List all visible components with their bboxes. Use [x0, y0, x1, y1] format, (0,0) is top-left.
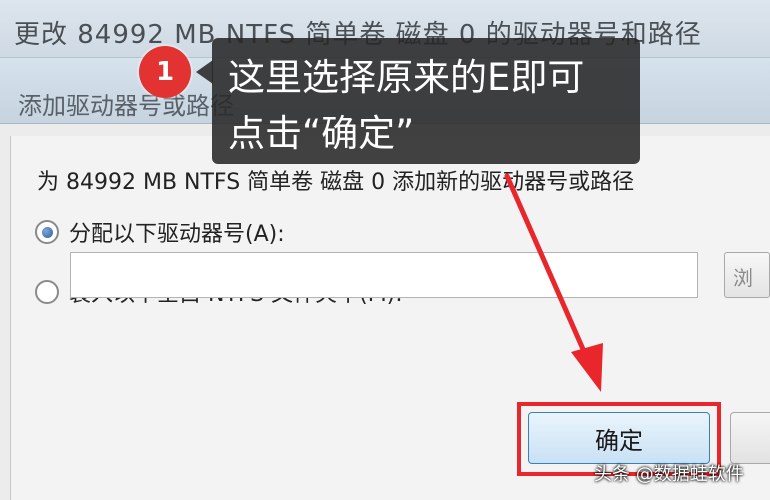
callout-line-1: 这里选择原来的E即可: [228, 56, 585, 99]
callout-pointer: [196, 60, 213, 84]
step-number-badge: 1: [139, 46, 191, 98]
instruction-callout: 这里选择原来的E即可 点击“确定”: [212, 38, 640, 164]
arrow-head: [571, 343, 603, 392]
watermark: 头条 @数据蛙软件: [594, 464, 744, 485]
arrow-shaft: [504, 173, 589, 359]
callout-line-2: 点击“确定”: [228, 112, 415, 155]
